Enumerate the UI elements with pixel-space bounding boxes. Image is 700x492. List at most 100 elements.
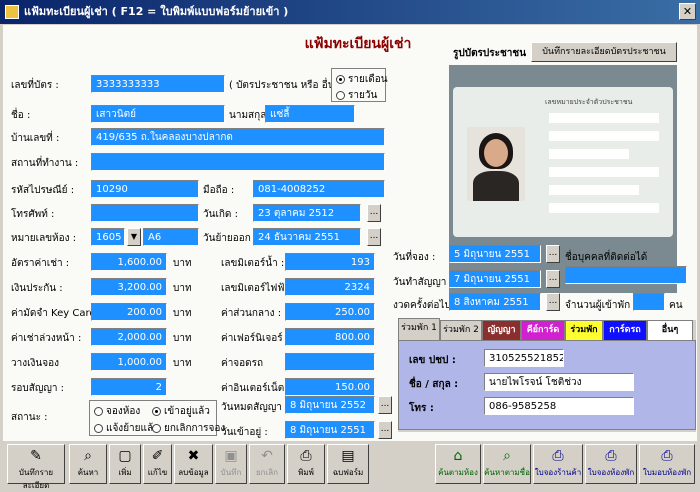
search-name-icon: ⌕ [503, 448, 511, 464]
search-room-icon: ⌂ [453, 448, 463, 464]
address-field[interactable]: 419/635 ถ.ในคลองบางปลากด [91, 128, 385, 146]
advance-label: ค่าเช่าล่วงหน้า : [11, 333, 82, 344]
radio-dot-icon [94, 423, 103, 433]
tab-4[interactable]: ร่วมพัก 3 [565, 320, 603, 353]
id-label: เลขที่บัตร : [11, 80, 59, 91]
cotenant-name-field[interactable]: นายไพโรจน์ โชติช่วง [484, 373, 634, 391]
print-form-button[interactable]: ▤ ฉบฟอร์ม [327, 444, 369, 484]
cancel-button[interactable]: ↶ ยกเลิก [249, 444, 285, 484]
movein-picker-button[interactable]: ... [378, 421, 392, 439]
tab-5[interactable]: การ์ดรถ [603, 320, 647, 340]
tab-1[interactable]: ร่วมพัก 2 [440, 320, 482, 340]
cotenant-phone-label: โทร : [409, 403, 434, 414]
print-button[interactable]: ⎙ พิมพ์ [287, 444, 325, 484]
form-client-area: แฟ้มทะเบียนผู้เช่า เลขที่บัตร : 33333333… [3, 25, 697, 490]
radio-status-moved-in[interactable]: เข้าอยู่แล้ว [152, 404, 210, 419]
search-room-button[interactable]: ⌂ ค้นตามห้อง [435, 444, 481, 484]
common-label: ค่าส่วนกลาง : [221, 308, 282, 319]
room-type-field[interactable]: A6 [143, 228, 199, 246]
movein-field[interactable]: 8 มิถุนายน 2551 [285, 421, 375, 439]
bottom-toolbar: ✎ บันทึกรายละเอียด ⌕ ค้นหา ▢ เพิ่ม ✐ แก้ไข ✖ ลบข้… [3, 441, 697, 490]
delete-button[interactable]: ✖ ลบข้อมูล [174, 444, 213, 484]
rent-field[interactable]: 1,600.00 [91, 253, 167, 271]
cotenant-phone-field[interactable]: 086-9585258 [484, 397, 634, 415]
idcard-card-title: เลขหมายประจำตัวประชาชน [545, 98, 633, 106]
parking-label: ค่าจอดรถ [221, 358, 264, 369]
internet-field[interactable]: 150.00 [285, 378, 375, 396]
next-period-picker-button[interactable]: ... [546, 293, 560, 311]
water-label: เลขมิเตอร์น้ำ : [221, 258, 285, 269]
moveout-picker-button[interactable]: ... [367, 228, 381, 246]
name-field[interactable]: เสาวนิตย์ [91, 105, 225, 123]
contract-end-field[interactable]: 8 มิถุนายน 2552 [285, 396, 375, 414]
edit-button[interactable]: ✐ แก้ไข [143, 444, 172, 484]
reserve-label: วางเงินจอง [11, 358, 59, 369]
birth-field[interactable]: 23 ตุลาคม 2512 [253, 204, 361, 222]
contact-field[interactable] [565, 266, 687, 284]
room-booking-button[interactable]: ⎙ ใบจองห้องพัก [585, 444, 637, 484]
handover-label: ใบมอบห้องพัก [642, 468, 692, 477]
id-field[interactable]: 3333333333 [91, 75, 225, 93]
search-button[interactable]: ⌕ ค้นหา [69, 444, 107, 484]
moveout-label: วันย้ายออก : [203, 233, 258, 244]
surname-field[interactable]: แซ่ลี้ [265, 105, 355, 123]
tab-2[interactable]: ญัญญา [482, 320, 521, 340]
water-field[interactable]: 193 [285, 253, 375, 271]
save-detail-button[interactable]: ✎ บันทึกรายละเอียด [7, 444, 65, 490]
radio-daily[interactable]: รายวัน [336, 88, 377, 103]
handover-button[interactable]: ⎙ ใบมอบห้องพัก [639, 444, 695, 484]
cotenant-id-field[interactable]: 310525521852 [484, 349, 564, 367]
tab-panel: เลข ปชป : 310525521852 ชื่อ / สกุล : นาย… [398, 340, 696, 430]
radio-status-cancelled[interactable]: ยกเลิกการจอง [152, 421, 225, 436]
tab-0[interactable]: ร่วมพัก 1 [398, 318, 440, 340]
furniture-field[interactable]: 800.00 [285, 328, 375, 346]
radio-monthly[interactable]: รายเดือน [336, 72, 388, 87]
edit-label: แก้ไข [147, 468, 168, 477]
radio-status-reserve[interactable]: จองห้อง [94, 404, 140, 419]
radio-status-moved-out[interactable]: แจ้งย้ายแล้ว [94, 421, 159, 436]
radio-dot-icon [152, 406, 161, 416]
page-title: แฟ้มทะเบียนผู้เช่า [304, 36, 412, 52]
idcard-label: รูปบัตรประชาชน [453, 48, 527, 59]
address-label: บ้านเลขที่ : [11, 133, 60, 144]
search-name-button[interactable]: ⌕ ค้นหาตามชื่อ [483, 444, 531, 484]
contract-end-picker-button[interactable]: ... [378, 396, 392, 414]
occupants-field[interactable] [633, 293, 665, 311]
parking-field[interactable] [285, 353, 375, 371]
room-label: หมายเลขห้อง : [11, 233, 77, 244]
moveout-field[interactable]: 24 ธันวาคม 2551 [253, 228, 361, 246]
contract-date-picker-button[interactable]: ... [546, 270, 560, 288]
redaction-bar [549, 185, 639, 195]
booking-picker-button[interactable]: ... [546, 245, 560, 263]
next-period-field[interactable]: 8 สิงหาคม 2551 [449, 293, 541, 311]
radio-dot-icon [94, 406, 103, 416]
advance-field[interactable]: 2,000.00 [91, 328, 167, 346]
reserve-field[interactable]: 1,000.00 [91, 353, 167, 371]
keycard-unit: บาท [173, 308, 192, 319]
room-dropdown-button[interactable]: ▼ [127, 228, 141, 246]
phone-field[interactable] [91, 204, 199, 222]
contract-round-field[interactable]: 2 [91, 378, 167, 396]
mobile-field[interactable]: 081-4008252 [253, 180, 385, 198]
tab-3[interactable]: คีย์การ์ด [521, 320, 565, 340]
save-button[interactable]: ▣ บันทึก [215, 444, 247, 484]
add-button[interactable]: ▢ เพิ่ม [109, 444, 141, 484]
tab-6[interactable]: อื่นๆ [647, 320, 693, 340]
add-icon: ▢ [118, 448, 132, 464]
cotenant-name-label: ชื่อ / สกุล : [409, 379, 459, 390]
workplace-field[interactable] [91, 153, 385, 171]
birth-picker-button[interactable]: ... [367, 204, 381, 222]
booking-slip-button[interactable]: ⎙ ใบจองร้านค้า [533, 444, 583, 484]
keycard-field[interactable]: 200.00 [91, 303, 167, 321]
elec-field[interactable]: 2324 [285, 278, 375, 296]
search-icon: ⌕ [84, 448, 92, 464]
common-field[interactable]: 250.00 [285, 303, 375, 321]
zip-field[interactable]: 10290 [91, 180, 199, 198]
save-idcard-button[interactable]: บันทึกรายละเอียดบัตรประชาชน [531, 42, 677, 62]
close-button[interactable]: ✕ [679, 3, 696, 20]
room-field[interactable]: 1605 [91, 228, 125, 246]
deposit-field[interactable]: 3,200.00 [91, 278, 167, 296]
booking-field[interactable]: 5 มิถุนายน 2551 [449, 245, 541, 263]
deposit-unit: บาท [173, 283, 192, 294]
contract-date-field[interactable]: 7 มิถุนายน 2551 [449, 270, 541, 288]
